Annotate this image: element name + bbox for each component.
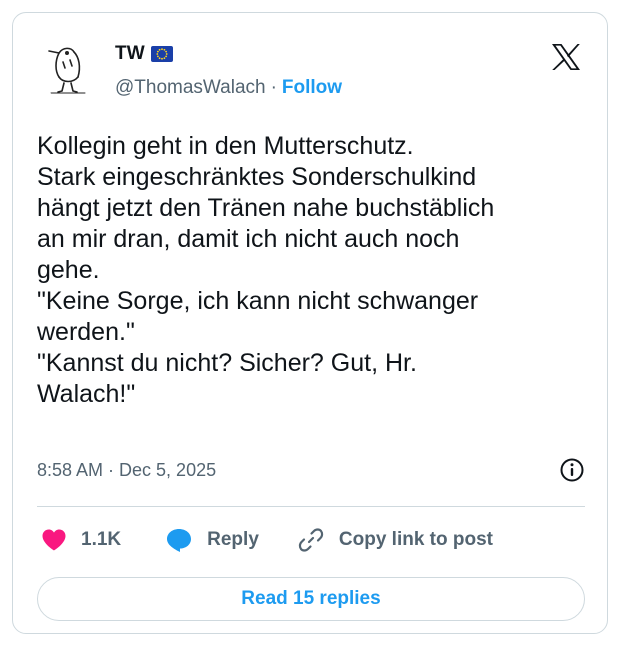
like-button[interactable]: 1.1K: [41, 528, 121, 552]
tweet-header: TW @ThomasWalach · Follow: [37, 35, 585, 101]
tweet-meta-row: 8:58 AM · Dec 5, 2025: [37, 456, 585, 484]
author-handle[interactable]: @ThomasWalach: [115, 77, 266, 99]
tweet-timestamp[interactable]: 8:58 AM · Dec 5, 2025: [37, 460, 216, 481]
kiwi-bird-sketch-icon: [48, 47, 86, 94]
handle-separator: ·: [270, 77, 277, 98]
tweet-text-line: an mir dran, damit ich nicht auch noch: [37, 225, 460, 253]
reply-label: Reply: [207, 529, 259, 550]
speech-bubble-icon: [167, 529, 192, 552]
handle-row: @ThomasWalach · Follow: [115, 75, 342, 101]
link-icon: [298, 528, 324, 552]
copy-link-button[interactable]: Copy link to post: [297, 526, 493, 554]
tweet-text-line: Stark eingeschränktes Sonderschulkind: [37, 163, 477, 191]
tweet-text-line: Kollegin geht in den Mutterschutz.: [37, 132, 414, 160]
copy-link-label: Copy link to post: [338, 529, 493, 550]
tweet-text-line: hängt jetzt den Tränen nahe buchstäblich: [37, 194, 495, 222]
tweet-text-line: Walach!": [37, 380, 136, 408]
tweet-text-line: werden.": [37, 318, 135, 346]
reply-button[interactable]: Reply: [165, 527, 259, 553]
tweet-text-line: "Keine Sorge, ich kann nicht schwanger: [37, 287, 479, 315]
tweet-text: Kollegin geht in den Mutterschutz. Stark…: [37, 131, 589, 410]
tweet-text-line: "Kannst du nicht? Sicher? Gut, Hr.: [37, 349, 417, 377]
info-circle-icon[interactable]: [559, 457, 585, 483]
like-count: 1.1K: [81, 529, 122, 550]
name-row: TW: [115, 41, 173, 67]
eu-flag-icon: [150, 46, 173, 62]
divider: [37, 506, 585, 507]
read-replies-button[interactable]: Read 15 replies: [37, 577, 585, 621]
follow-button[interactable]: Follow: [282, 77, 342, 99]
x-logo-icon[interactable]: [551, 43, 581, 71]
tweet-actions: 1.1K Reply Copy link to post: [37, 518, 585, 562]
author-display-name[interactable]: TW: [115, 43, 145, 65]
tweet-card: TW @ThomasWalach · Follow Kollegin geht …: [12, 12, 608, 634]
heart-icon: [42, 529, 66, 551]
tweet-text-line: gehe.: [37, 256, 100, 284]
author-avatar[interactable]: [37, 35, 101, 99]
